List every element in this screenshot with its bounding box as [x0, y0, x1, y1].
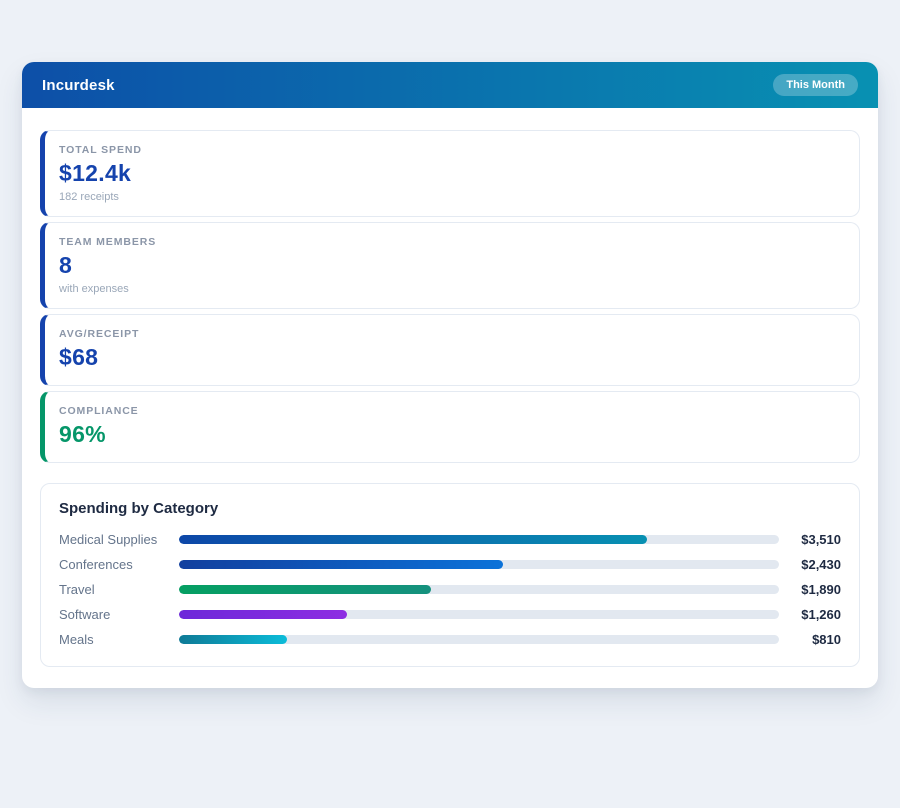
- app-header: Incurdesk This Month: [22, 62, 878, 108]
- chart-row: Travel $1,890: [59, 577, 841, 602]
- stat-sublabel: with expenses: [59, 282, 843, 296]
- stat-sublabel: 182 receipts: [59, 190, 843, 204]
- stat-value: $12.4k: [59, 158, 843, 189]
- stats-list: TOTAL SPEND $12.4k 182 receipts TEAM MEM…: [22, 108, 878, 463]
- category-value: $1,260: [779, 607, 841, 622]
- stat-label: TEAM MEMBERS: [59, 236, 843, 248]
- category-label: Meals: [59, 632, 179, 647]
- bar-fill: [179, 560, 503, 569]
- bar-track: [179, 560, 779, 569]
- stat-value: $68: [59, 342, 843, 373]
- stat-card: AVG/RECEIPT $68: [40, 314, 860, 386]
- chart-rows: Medical Supplies $3,510 Conferences $2,4…: [59, 527, 841, 652]
- category-label: Software: [59, 607, 179, 622]
- dashboard-panel: Incurdesk This Month TOTAL SPEND $12.4k …: [22, 62, 878, 688]
- category-value: $3,510: [779, 532, 841, 547]
- bar-track: [179, 635, 779, 644]
- bar-fill: [179, 635, 287, 644]
- app-title: Incurdesk: [42, 77, 115, 94]
- bar-fill: [179, 535, 647, 544]
- bar-track: [179, 610, 779, 619]
- chart-row: Meals $810: [59, 627, 841, 652]
- stat-label: COMPLIANCE: [59, 405, 843, 417]
- stat-label: TOTAL SPEND: [59, 144, 843, 156]
- stat-card: TEAM MEMBERS 8 with expenses: [40, 222, 860, 309]
- bar-track: [179, 535, 779, 544]
- bar-fill: [179, 585, 431, 594]
- stat-label: AVG/RECEIPT: [59, 328, 843, 340]
- chart-title: Spending by Category: [59, 500, 841, 517]
- bar-track: [179, 585, 779, 594]
- category-label: Travel: [59, 582, 179, 597]
- category-label: Medical Supplies: [59, 532, 179, 547]
- stat-value: 96%: [59, 419, 843, 450]
- chart-row: Conferences $2,430: [59, 552, 841, 577]
- stat-card: COMPLIANCE 96%: [40, 391, 860, 463]
- spending-chart-card: Spending by Category Medical Supplies $3…: [40, 483, 860, 667]
- category-value: $1,890: [779, 582, 841, 597]
- chart-row: Software $1,260: [59, 602, 841, 627]
- stat-card: TOTAL SPEND $12.4k 182 receipts: [40, 130, 860, 217]
- category-label: Conferences: [59, 557, 179, 572]
- chart-row: Medical Supplies $3,510: [59, 527, 841, 552]
- stat-value: 8: [59, 250, 843, 281]
- category-value: $810: [779, 632, 841, 647]
- category-value: $2,430: [779, 557, 841, 572]
- bar-fill: [179, 610, 347, 619]
- period-badge[interactable]: This Month: [773, 74, 858, 96]
